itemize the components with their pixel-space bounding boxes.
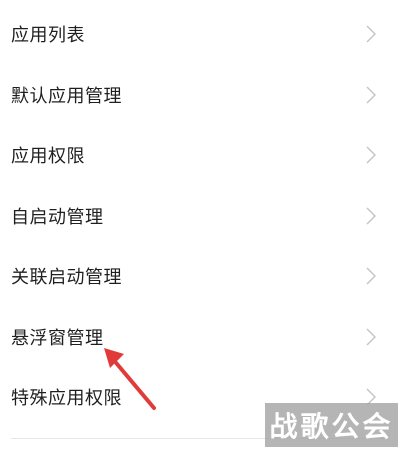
chevron-right-icon	[366, 267, 376, 285]
chevron-right-icon	[366, 207, 376, 225]
chevron-right-icon	[366, 25, 376, 43]
menu-item-floating-window-management[interactable]: 悬浮窗管理	[0, 307, 398, 368]
menu-item-label: 自启动管理	[11, 206, 104, 228]
chevron-right-icon	[366, 328, 376, 346]
menu-item-label: 应用列表	[11, 25, 85, 47]
red-arrow-annotation-icon	[104, 348, 156, 410]
chevron-right-icon	[366, 86, 376, 104]
settings-screen: 应用列表 默认应用管理 应用权限 自启动管理 关联启动管理 悬浮窗管理 特殊应用…	[0, 0, 398, 451]
menu-item-label: 默认应用管理	[11, 85, 122, 107]
menu-item-autostart-management[interactable]: 自启动管理	[0, 186, 398, 247]
app-management-menu: 应用列表 默认应用管理 应用权限 自启动管理 关联启动管理 悬浮窗管理 特殊应用…	[0, 4, 398, 428]
menu-item-default-app-management[interactable]: 默认应用管理	[0, 65, 398, 126]
menu-item-label: 关联启动管理	[11, 267, 122, 289]
menu-item-app-list[interactable]: 应用列表	[0, 4, 398, 65]
menu-item-label: 应用权限	[11, 146, 85, 168]
menu-item-label: 悬浮窗管理	[11, 327, 104, 349]
watermark-text: 战歌公会	[269, 410, 394, 443]
chevron-right-icon	[366, 146, 376, 164]
menu-item-app-permissions[interactable]: 应用权限	[0, 125, 398, 186]
menu-item-associated-launch-management[interactable]: 关联启动管理	[0, 246, 398, 307]
watermark: 战歌公会	[265, 403, 398, 447]
